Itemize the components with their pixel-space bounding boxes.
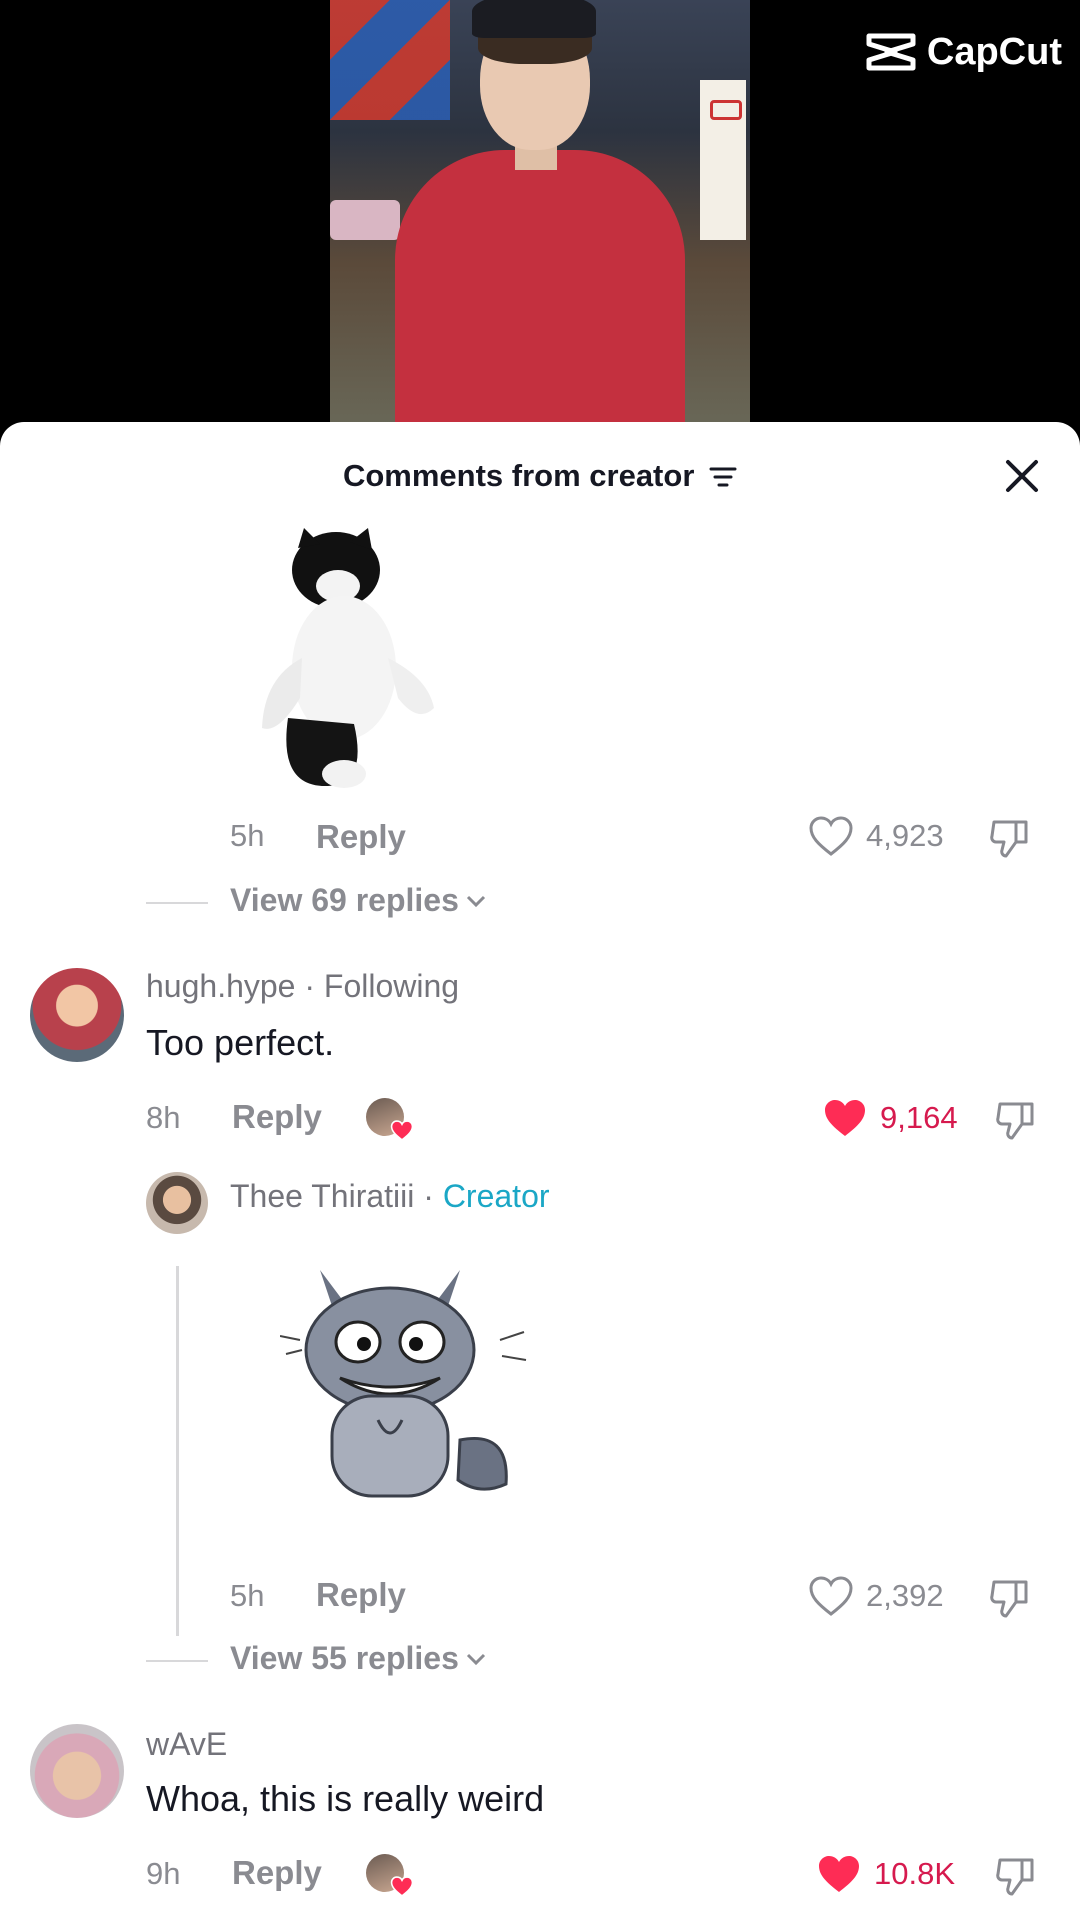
dislike-icon[interactable] (988, 1576, 1032, 1625)
like-count: 10.8K (874, 1856, 956, 1891)
capcut-logo-text: CapCut (926, 30, 1062, 73)
avatar[interactable] (30, 968, 124, 1062)
dislike-icon[interactable] (988, 816, 1032, 865)
like-count: 4,923 (866, 818, 944, 853)
heart-icon (390, 1120, 414, 1141)
dislike-icon[interactable] (994, 1854, 1038, 1903)
view-replies-label: View 69 replies (230, 882, 459, 918)
following-badge: Following (323, 968, 460, 1004)
comment-username[interactable]: wAvE (146, 1726, 227, 1763)
reply-button[interactable]: Reply (232, 1854, 322, 1892)
reply-button[interactable]: Reply (316, 818, 406, 856)
reply-username: Thee Thiratiii (230, 1178, 415, 1214)
creator-badge: Creator (442, 1178, 550, 1214)
reply-button[interactable]: Reply (232, 1098, 322, 1136)
reply-thread-line (176, 1266, 179, 1636)
like-icon-filled[interactable] (822, 1098, 868, 1145)
view-replies-button[interactable]: View 69 replies (230, 882, 487, 919)
capcut-watermark: CapCut (865, 30, 1062, 74)
comment-username-row[interactable]: hugh.hype · Following (146, 968, 459, 1005)
comments-sheet: Comments from creator 5h Reply 4,923 Vie… (0, 422, 1080, 1920)
view-replies-label: View 55 replies (230, 1640, 459, 1676)
filter-icon[interactable] (709, 460, 737, 496)
like-count: 2,392 (866, 1578, 944, 1613)
cat-sticker (258, 528, 448, 798)
raccoon-sticker (279, 1270, 530, 1498)
chevron-down-icon (466, 1653, 485, 1665)
chevron-down-icon (466, 895, 485, 907)
creator-avatar-small (366, 1854, 414, 1897)
like-count: 9,164 (880, 1100, 958, 1135)
like-icon[interactable] (808, 1576, 854, 1623)
video-background-car (330, 200, 400, 240)
comment-text: Whoa, this is really weird (146, 1778, 545, 1819)
creator-liked-indicator (366, 1854, 414, 1897)
video-person-shirt (395, 150, 685, 440)
reply-button[interactable]: Reply (316, 1576, 406, 1614)
reply-username-row[interactable]: Thee Thiratiii · Creator (230, 1178, 550, 1215)
heart-icon (390, 1876, 414, 1897)
capcut-logo-icon (866, 33, 916, 71)
comment-text: Too perfect. (146, 1022, 335, 1063)
video-background-sign (700, 80, 746, 240)
view-replies-divider (146, 902, 208, 904)
comment-time: 9h (146, 1856, 181, 1891)
video-background-store (330, 0, 450, 120)
sheet-title: Comments from creator (342, 458, 695, 493)
close-button[interactable] (1000, 454, 1044, 498)
like-icon[interactable] (808, 816, 854, 863)
sheet-title-row[interactable]: Comments from creator (0, 458, 1080, 496)
comment-username: hugh.hype (146, 968, 296, 1004)
reply-time: 5h (230, 1578, 265, 1613)
avatar[interactable] (30, 1724, 124, 1818)
video-frame (330, 0, 750, 440)
like-icon-filled[interactable] (816, 1854, 862, 1901)
creator-liked-indicator (366, 1098, 414, 1141)
view-replies-button[interactable]: View 55 replies (230, 1640, 487, 1677)
video-player[interactable]: CapCut (0, 0, 1080, 440)
video-person-cap (472, 0, 596, 38)
creator-avatar[interactable] (146, 1172, 208, 1234)
creator-avatar-small (366, 1098, 414, 1141)
comment-time: 5h (230, 818, 265, 853)
close-icon (1006, 460, 1038, 492)
sheet-header: Comments from creator (0, 422, 1080, 522)
comment-time: 8h (146, 1100, 181, 1135)
dislike-icon[interactable] (994, 1098, 1038, 1147)
view-replies-divider (146, 1660, 208, 1662)
